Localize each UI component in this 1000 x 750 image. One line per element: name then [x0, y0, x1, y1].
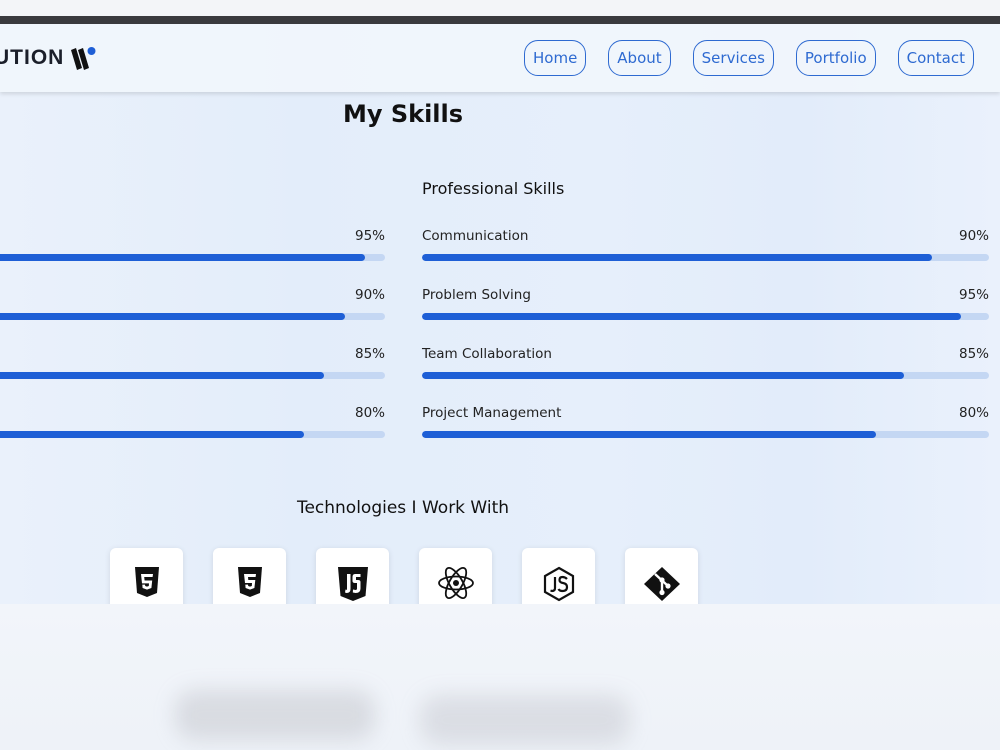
skill-row: 80% — [0, 405, 385, 445]
tech-card[interactable] — [110, 548, 183, 604]
header: UTION Home About Services Portfolio Cont… — [0, 24, 1000, 92]
progress-fill — [0, 431, 304, 438]
progress-track — [422, 431, 989, 438]
logo-text: UTION — [0, 46, 65, 69]
nav-contact[interactable]: Contact — [897, 40, 974, 76]
progress-fill — [422, 313, 961, 320]
page-title: My Skills — [342, 100, 464, 128]
professional-skills-title: Professional Skills — [422, 179, 565, 198]
progress-fill — [0, 313, 345, 320]
html5-icon — [134, 567, 159, 597]
nav-home[interactable]: Home — [524, 40, 587, 76]
skill-row: Project Management 80% — [422, 405, 989, 445]
skill-row: Communication 90% — [422, 228, 989, 268]
skill-percent: 90% — [958, 228, 989, 244]
progress-fill — [422, 431, 876, 438]
nodejs-icon — [543, 566, 574, 602]
progress-track — [0, 431, 385, 438]
tech-card[interactable] — [625, 548, 698, 604]
skill-label: Problem Solving — [422, 287, 531, 303]
skill-percent: 80% — [354, 405, 385, 421]
react-icon — [437, 567, 474, 599]
progress-track — [0, 372, 385, 379]
progress-track — [422, 313, 989, 320]
tech-card[interactable] — [316, 548, 389, 604]
logo-icon — [71, 47, 96, 70]
tech-card[interactable] — [522, 548, 595, 604]
skill-row: 90% — [0, 287, 385, 327]
skill-label: Project Management — [422, 405, 562, 421]
progress-track — [0, 313, 385, 320]
css3-icon — [237, 567, 262, 597]
progress-fill — [422, 372, 904, 379]
technologies-title: Technologies I Work With — [296, 498, 510, 518]
skill-label: Team Collaboration — [422, 346, 552, 362]
skill-percent: 80% — [958, 405, 989, 421]
skill-row: 95% — [0, 228, 385, 268]
nav-services[interactable]: Services — [692, 40, 774, 76]
skill-percent: 95% — [958, 287, 989, 303]
technologies-row — [110, 548, 698, 604]
skill-percent: 90% — [354, 287, 385, 303]
skill-percent: 85% — [958, 346, 989, 362]
progress-fill — [422, 254, 933, 261]
progress-track — [0, 254, 385, 261]
skill-percent: 95% — [354, 228, 385, 244]
skill-label: Communication — [422, 228, 529, 244]
blurred-shape — [420, 695, 630, 745]
skill-row: 85% — [0, 346, 385, 386]
progress-fill — [0, 254, 365, 261]
javascript-icon — [337, 567, 368, 601]
main-nav: Home About Services Portfolio Contact — [524, 40, 974, 76]
progress-track — [422, 254, 989, 261]
git-icon — [643, 567, 680, 601]
skill-row: Team Collaboration 85% — [422, 346, 989, 386]
skill-percent: 85% — [354, 346, 385, 362]
blurred-shape — [175, 690, 375, 740]
progress-fill — [0, 372, 325, 379]
skill-row: Problem Solving 95% — [422, 287, 989, 327]
tech-card[interactable] — [213, 548, 286, 604]
tech-card[interactable] — [419, 548, 492, 604]
progress-track — [422, 372, 989, 379]
page: UTION Home About Services Portfolio Cont… — [0, 24, 1000, 604]
nav-about[interactable]: About — [608, 40, 671, 76]
nav-portfolio[interactable]: Portfolio — [795, 40, 876, 76]
